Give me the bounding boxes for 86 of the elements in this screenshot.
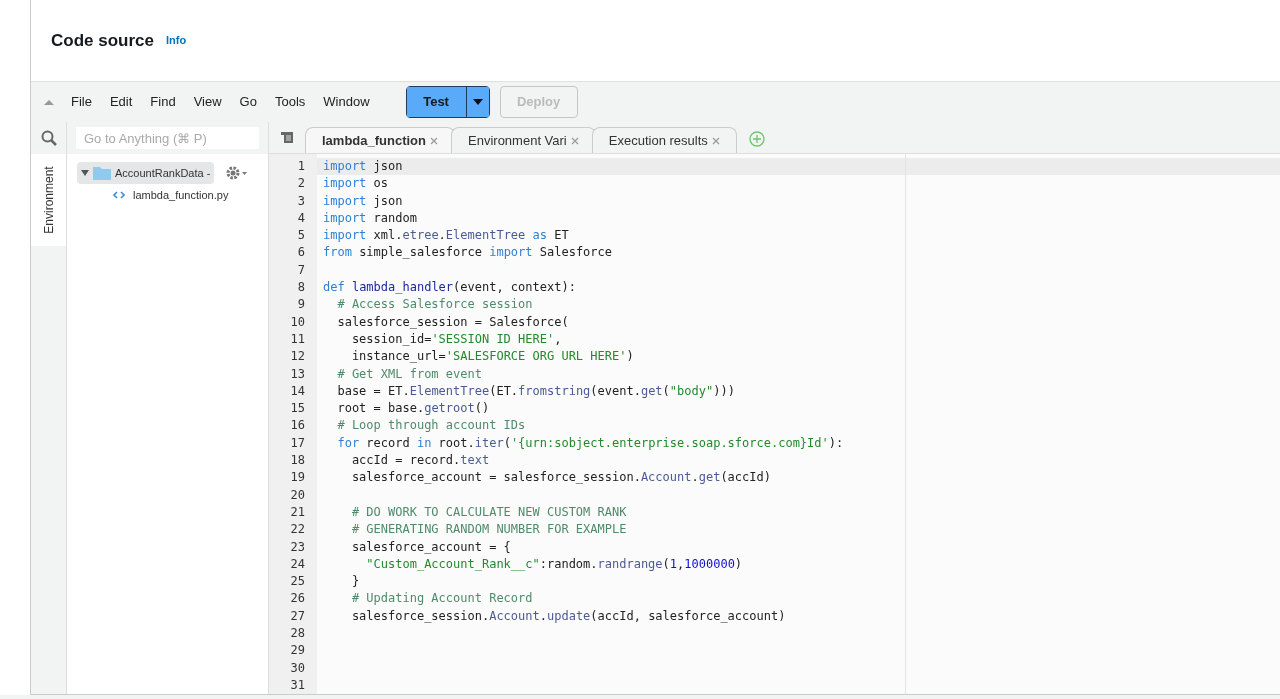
line-number: 19 [290,469,305,487]
menu-item[interactable]: File [71,92,92,112]
list-icon[interactable] [281,132,293,143]
code-line: import random [323,210,417,225]
line-number: 30 [290,659,305,677]
code-line: salesforce_account = salesforce_session.Account.get(accId) [350,470,771,485]
code-line: accId = record.text [350,453,490,468]
line-number: 4 [297,209,305,227]
line-number: 3 [297,192,305,210]
menu-item[interactable]: Window [323,92,370,112]
add-tab-icon[interactable] [748,131,765,147]
line-number: 27 [290,607,305,625]
code-line: # Updating Account Record [350,591,533,606]
caret-icon [81,169,89,177]
line-number: 24 [290,555,305,573]
code-line: } [350,574,360,589]
line-number: 11 [290,330,305,348]
line-number: 22 [290,521,305,539]
line-number: 9 [297,296,305,314]
code-line: # Access Salesforce session [336,297,533,312]
line-number: 28 [290,625,305,642]
tree-file-item[interactable]: lambda_function.py [77,184,268,206]
code-file-icon [113,189,125,201]
environment-tab[interactable]: Environment [31,154,66,246]
menu-item[interactable]: Edit [109,92,133,112]
line-number: 8 [297,279,305,297]
search-icon[interactable] [40,130,57,146]
line-number: 1 [297,158,305,175]
code-line: import xml.etree.ElementTree as ET [323,228,569,243]
line-number: 15 [290,400,305,418]
editor-tab[interactable]: lambda_function [305,127,455,153]
section-title: Code source [51,29,154,52]
editor-tab[interactable]: Environment Vari [451,127,596,153]
code-line: import os [323,176,389,191]
code-line: import json [323,159,403,173]
line-number: 21 [290,503,305,521]
caret-icon [472,99,483,105]
search-field[interactable]: Go to Anything (⌘ P) [76,127,259,149]
line-number: 2 [297,175,305,193]
code-line: # Get XML from event [336,366,482,381]
close-icon[interactable] [430,136,438,145]
line-number: 18 [290,452,305,470]
test-button[interactable]: Test [406,87,467,117]
menu-item[interactable]: Go [239,92,257,112]
close-icon[interactable] [570,136,579,145]
code-line: # Loop through account IDs [336,418,526,433]
code-line: from simple_salesforce import Salesforce [323,245,613,260]
line-number: 31 [290,676,305,694]
line-number: 26 [290,590,305,608]
code-line: # DO WORK TO CALCULATE NEW CUSTOM RANK [350,504,627,519]
line-number: 29 [290,642,305,660]
line-number: 20 [290,486,305,504]
line-number: 5 [297,227,305,245]
tree-folder-item[interactable]: AccountRankData - [77,162,215,184]
code-line: def lambda_handler(event, context): [323,280,576,295]
line-number: 25 [290,573,305,591]
code-line: salesforce_session.Account.update(accId, salesforce_account) [350,608,786,623]
gear-icon[interactable] [226,166,249,180]
line-number: 13 [290,365,305,383]
editor-tab[interactable]: Execution results [591,127,737,153]
code-line: # GENERATING RANDOM NUMBER FOR EXAMPLE [350,522,627,537]
collapse-icon[interactable] [43,98,55,106]
line-number: 16 [290,417,305,435]
code-line: "Custom_Account_Rank__c":random.randrange(1,1000000) [365,556,743,571]
menu-item[interactable]: View [193,92,222,112]
test-dropdown-button[interactable] [466,87,489,117]
line-number: 7 [297,261,305,279]
line-number: 6 [297,244,305,262]
line-number: 23 [290,538,305,556]
line-number: 14 [290,382,305,400]
code-line: session_id='SESSION ID HERE', [350,331,562,346]
code-line: root = base.getroot() [336,401,490,416]
folder-icon [93,166,111,180]
info-link[interactable]: Info [166,32,187,49]
code-line: for record in root.iter('{urn:sobject.enterprise.soap.sforce.com}Id'): [336,435,844,450]
code-line: instance_url='SALESFORCE ORG URL HERE') [350,349,634,364]
menu-item[interactable]: Tools [274,92,306,112]
code-line: salesforce_session = Salesforce( [336,314,569,329]
menu-item[interactable]: Find [150,92,176,112]
code-line: base = ET.ElementTree(ET.fromstring(event.get("body"))) [336,383,735,398]
code-line: salesforce_account = { [350,539,511,554]
code-line: import json [323,193,403,208]
close-icon[interactable] [711,136,720,145]
line-number: 10 [290,313,305,331]
line-number: 17 [290,434,305,452]
line-number: 12 [290,348,305,366]
